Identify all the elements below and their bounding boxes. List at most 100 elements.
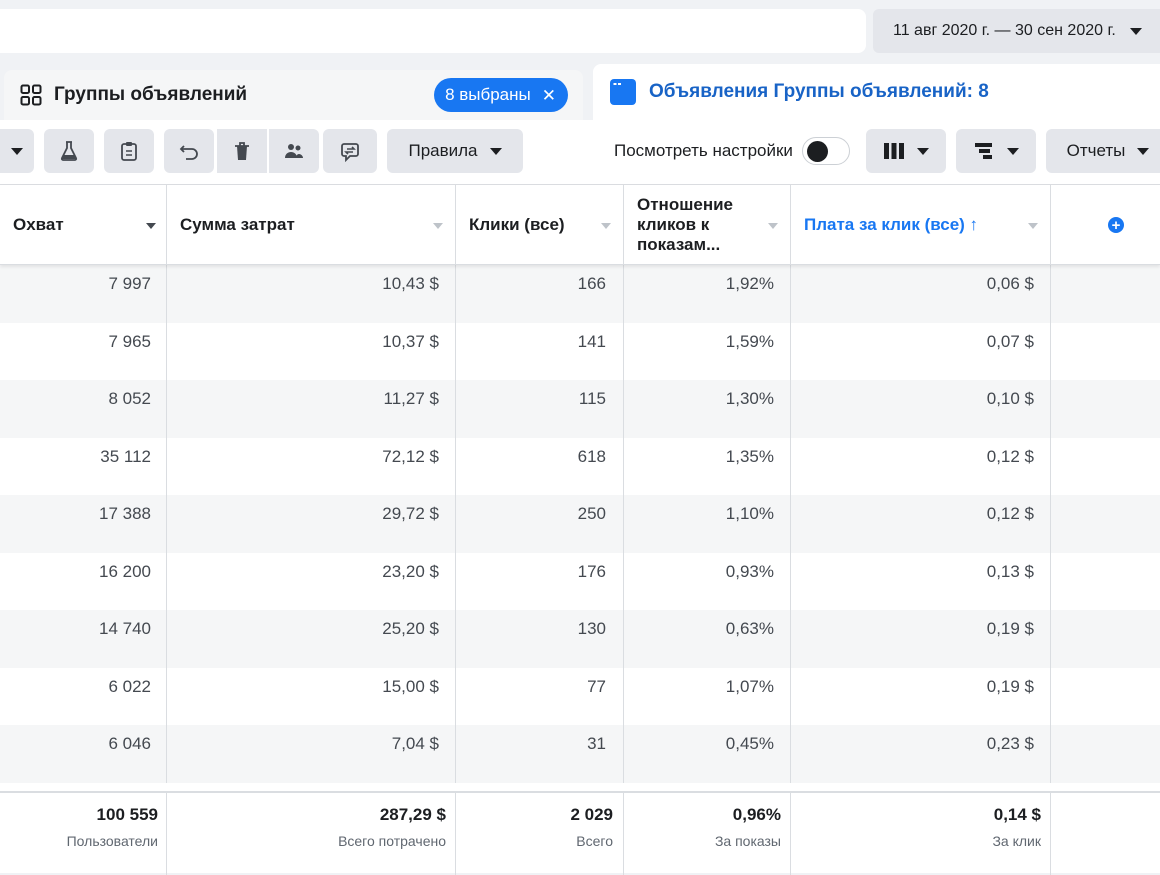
table-row[interactable]: 6 022 15,00 $77 1,07% 0,19 $: [0, 667, 1160, 726]
selected-count-pill[interactable]: 8 выбраны ✕: [434, 78, 568, 112]
cell-ctr: 1,92%: [624, 265, 791, 323]
cell-reach: 7 997: [0, 265, 167, 323]
total-cell: 0,14 $ За клик: [791, 793, 1051, 875]
tab-ads[interactable]: Объявления Группы объявлений: 8: [593, 64, 1160, 120]
undo-button[interactable]: [164, 129, 214, 173]
export-button[interactable]: [323, 129, 377, 173]
duplicate-button[interactable]: [104, 129, 154, 173]
table-row[interactable]: 35 112 72,12 $618 1,35% 0,12 $: [0, 437, 1160, 496]
cell-reach: 16 200: [0, 552, 167, 610]
columns-button[interactable]: [866, 129, 946, 173]
cell-ctr: 0,45%: [624, 725, 791, 783]
column-header-reach[interactable]: Охват: [0, 185, 167, 265]
view-settings: Посмотреть настройки: [614, 129, 850, 173]
cell-empty: [1051, 495, 1160, 553]
table-row[interactable]: 7 965 10,37 $141 1,59% 0,07 $: [0, 322, 1160, 380]
table-header: Охват Сумма затрат Клики (все) Отношение…: [0, 185, 1160, 265]
table-row[interactable]: 6 046 7,04 $31 0,45% 0,23 $: [0, 725, 1160, 783]
reports-label: Отчеты: [1066, 141, 1126, 160]
total-value: 100 559: [96, 805, 158, 824]
people-icon: [285, 144, 303, 158]
cell-empty: [1051, 438, 1160, 496]
close-icon[interactable]: ✕: [542, 87, 556, 104]
cell-empty: [1051, 553, 1160, 611]
total-value: 2 029: [570, 805, 613, 824]
selected-count-label: 8 выбраны: [445, 85, 531, 104]
columns-icon: [884, 143, 904, 159]
table-row[interactable]: 8 052 11,27 $115 1,30% 0,10 $: [0, 380, 1160, 438]
view-settings-toggle[interactable]: [801, 137, 850, 165]
sort-caret-icon[interactable]: [601, 223, 611, 229]
column-header-cpc[interactable]: Плата за клик (все) ↑: [791, 185, 1051, 265]
cell-clicks: 618: [456, 437, 624, 495]
sort-caret-icon[interactable]: [433, 223, 443, 229]
table-row[interactable]: 17 388 29,72 $250 1,10% 0,12 $: [0, 495, 1160, 553]
table-row[interactable]: 7 997 10,43 $166 1,92% 0,06 $: [0, 265, 1160, 323]
table-row[interactable]: 14 740 25,20 $130 0,63% 0,19 $: [0, 610, 1160, 668]
clipboard-icon: [121, 142, 137, 161]
date-range-picker[interactable]: 11 авг 2020 г. — 30 сен 2020 г.: [873, 9, 1160, 53]
export-icon: [341, 143, 359, 162]
cell-spend: 10,37 $: [167, 322, 456, 380]
table-row[interactable]: 16 200 23,20 $176 0,93% 0,13 $: [0, 552, 1160, 611]
cell-empty: [1051, 380, 1160, 438]
add-column-icon[interactable]: +: [1108, 217, 1124, 233]
trash-icon: [235, 142, 249, 160]
total-label: Пользователи: [66, 833, 158, 849]
search-input[interactable]: [0, 9, 866, 53]
cell-cpc: 0,12 $: [791, 495, 1051, 553]
cell-spend: 7,04 $: [167, 725, 456, 783]
column-header-ctr[interactable]: Отношение кликов к показам...: [624, 185, 791, 265]
chevron-down-icon: [917, 147, 929, 155]
tab-ad-sets-label: Группы объявлений: [54, 84, 248, 105]
cell-reach: 8 052: [0, 380, 167, 438]
sort-caret-icon[interactable]: [1028, 223, 1038, 229]
cell-cpc: 0,19 $: [791, 610, 1051, 668]
cell-clicks: 250: [456, 495, 624, 553]
breakdown-button[interactable]: [956, 129, 1036, 173]
toolbar: Правила Посмотреть настройки Отчеты: [0, 120, 1160, 184]
undo-icon: [179, 145, 198, 160]
cell-ctr: 1,35%: [624, 437, 791, 495]
tab-ad-sets[interactable]: Группы объявлений 8 выбраны ✕: [4, 70, 583, 120]
cell-clicks: 176: [456, 552, 624, 610]
column-header-clicks[interactable]: Клики (все): [456, 185, 624, 265]
cell-cpc: 0,10 $: [791, 380, 1051, 438]
sort-caret-icon[interactable]: [146, 223, 156, 229]
tab-ads-label: Объявления Группы объявлений: 8: [649, 81, 989, 102]
rules-button[interactable]: Правила: [387, 129, 523, 173]
cell-reach: 14 740: [0, 610, 167, 668]
cell-empty: [1051, 725, 1160, 783]
cell-empty: [1051, 668, 1160, 726]
cell-cpc: 0,06 $: [791, 265, 1051, 323]
reports-button[interactable]: Отчеты: [1046, 129, 1160, 173]
rules-label: Правила: [408, 141, 478, 160]
cell-cpc: 0,13 $: [791, 552, 1051, 610]
audience-button[interactable]: [269, 129, 319, 173]
sort-caret-icon[interactable]: [768, 223, 778, 229]
cell-empty: [1051, 265, 1160, 323]
cell-reach: 6 046: [0, 725, 167, 783]
column-header-label: Отношение кликов к показам...: [637, 195, 733, 254]
cell-clicks: 141: [456, 322, 624, 380]
top-bar: 11 авг 2020 г. — 30 сен 2020 г.: [0, 0, 1160, 62]
chevron-down-icon: [1007, 147, 1019, 155]
cell-clicks: 166: [456, 265, 624, 323]
ab-test-button[interactable]: [44, 129, 94, 173]
cell-cpc: 0,12 $: [791, 437, 1051, 495]
ad-sets-grid-icon: [20, 84, 42, 106]
ad-window-icon: [610, 79, 636, 105]
edit-dropdown-button[interactable]: [0, 129, 34, 173]
column-header-label: Плата за клик (все) ↑: [804, 215, 979, 234]
flask-icon: [60, 141, 78, 161]
column-header-label: Сумма затрат: [180, 215, 295, 234]
breakdown-icon: [975, 143, 992, 159]
total-label: За клик: [992, 833, 1041, 849]
total-cell: 100 559 Пользователи: [0, 793, 167, 875]
total-value: 0,96%: [732, 805, 781, 824]
total-label: Всего: [576, 833, 613, 849]
delete-button[interactable]: [217, 129, 267, 173]
cell-ctr: 1,30%: [624, 380, 791, 438]
column-header-label: Охват: [13, 215, 64, 234]
column-header-spend[interactable]: Сумма затрат: [167, 185, 456, 265]
